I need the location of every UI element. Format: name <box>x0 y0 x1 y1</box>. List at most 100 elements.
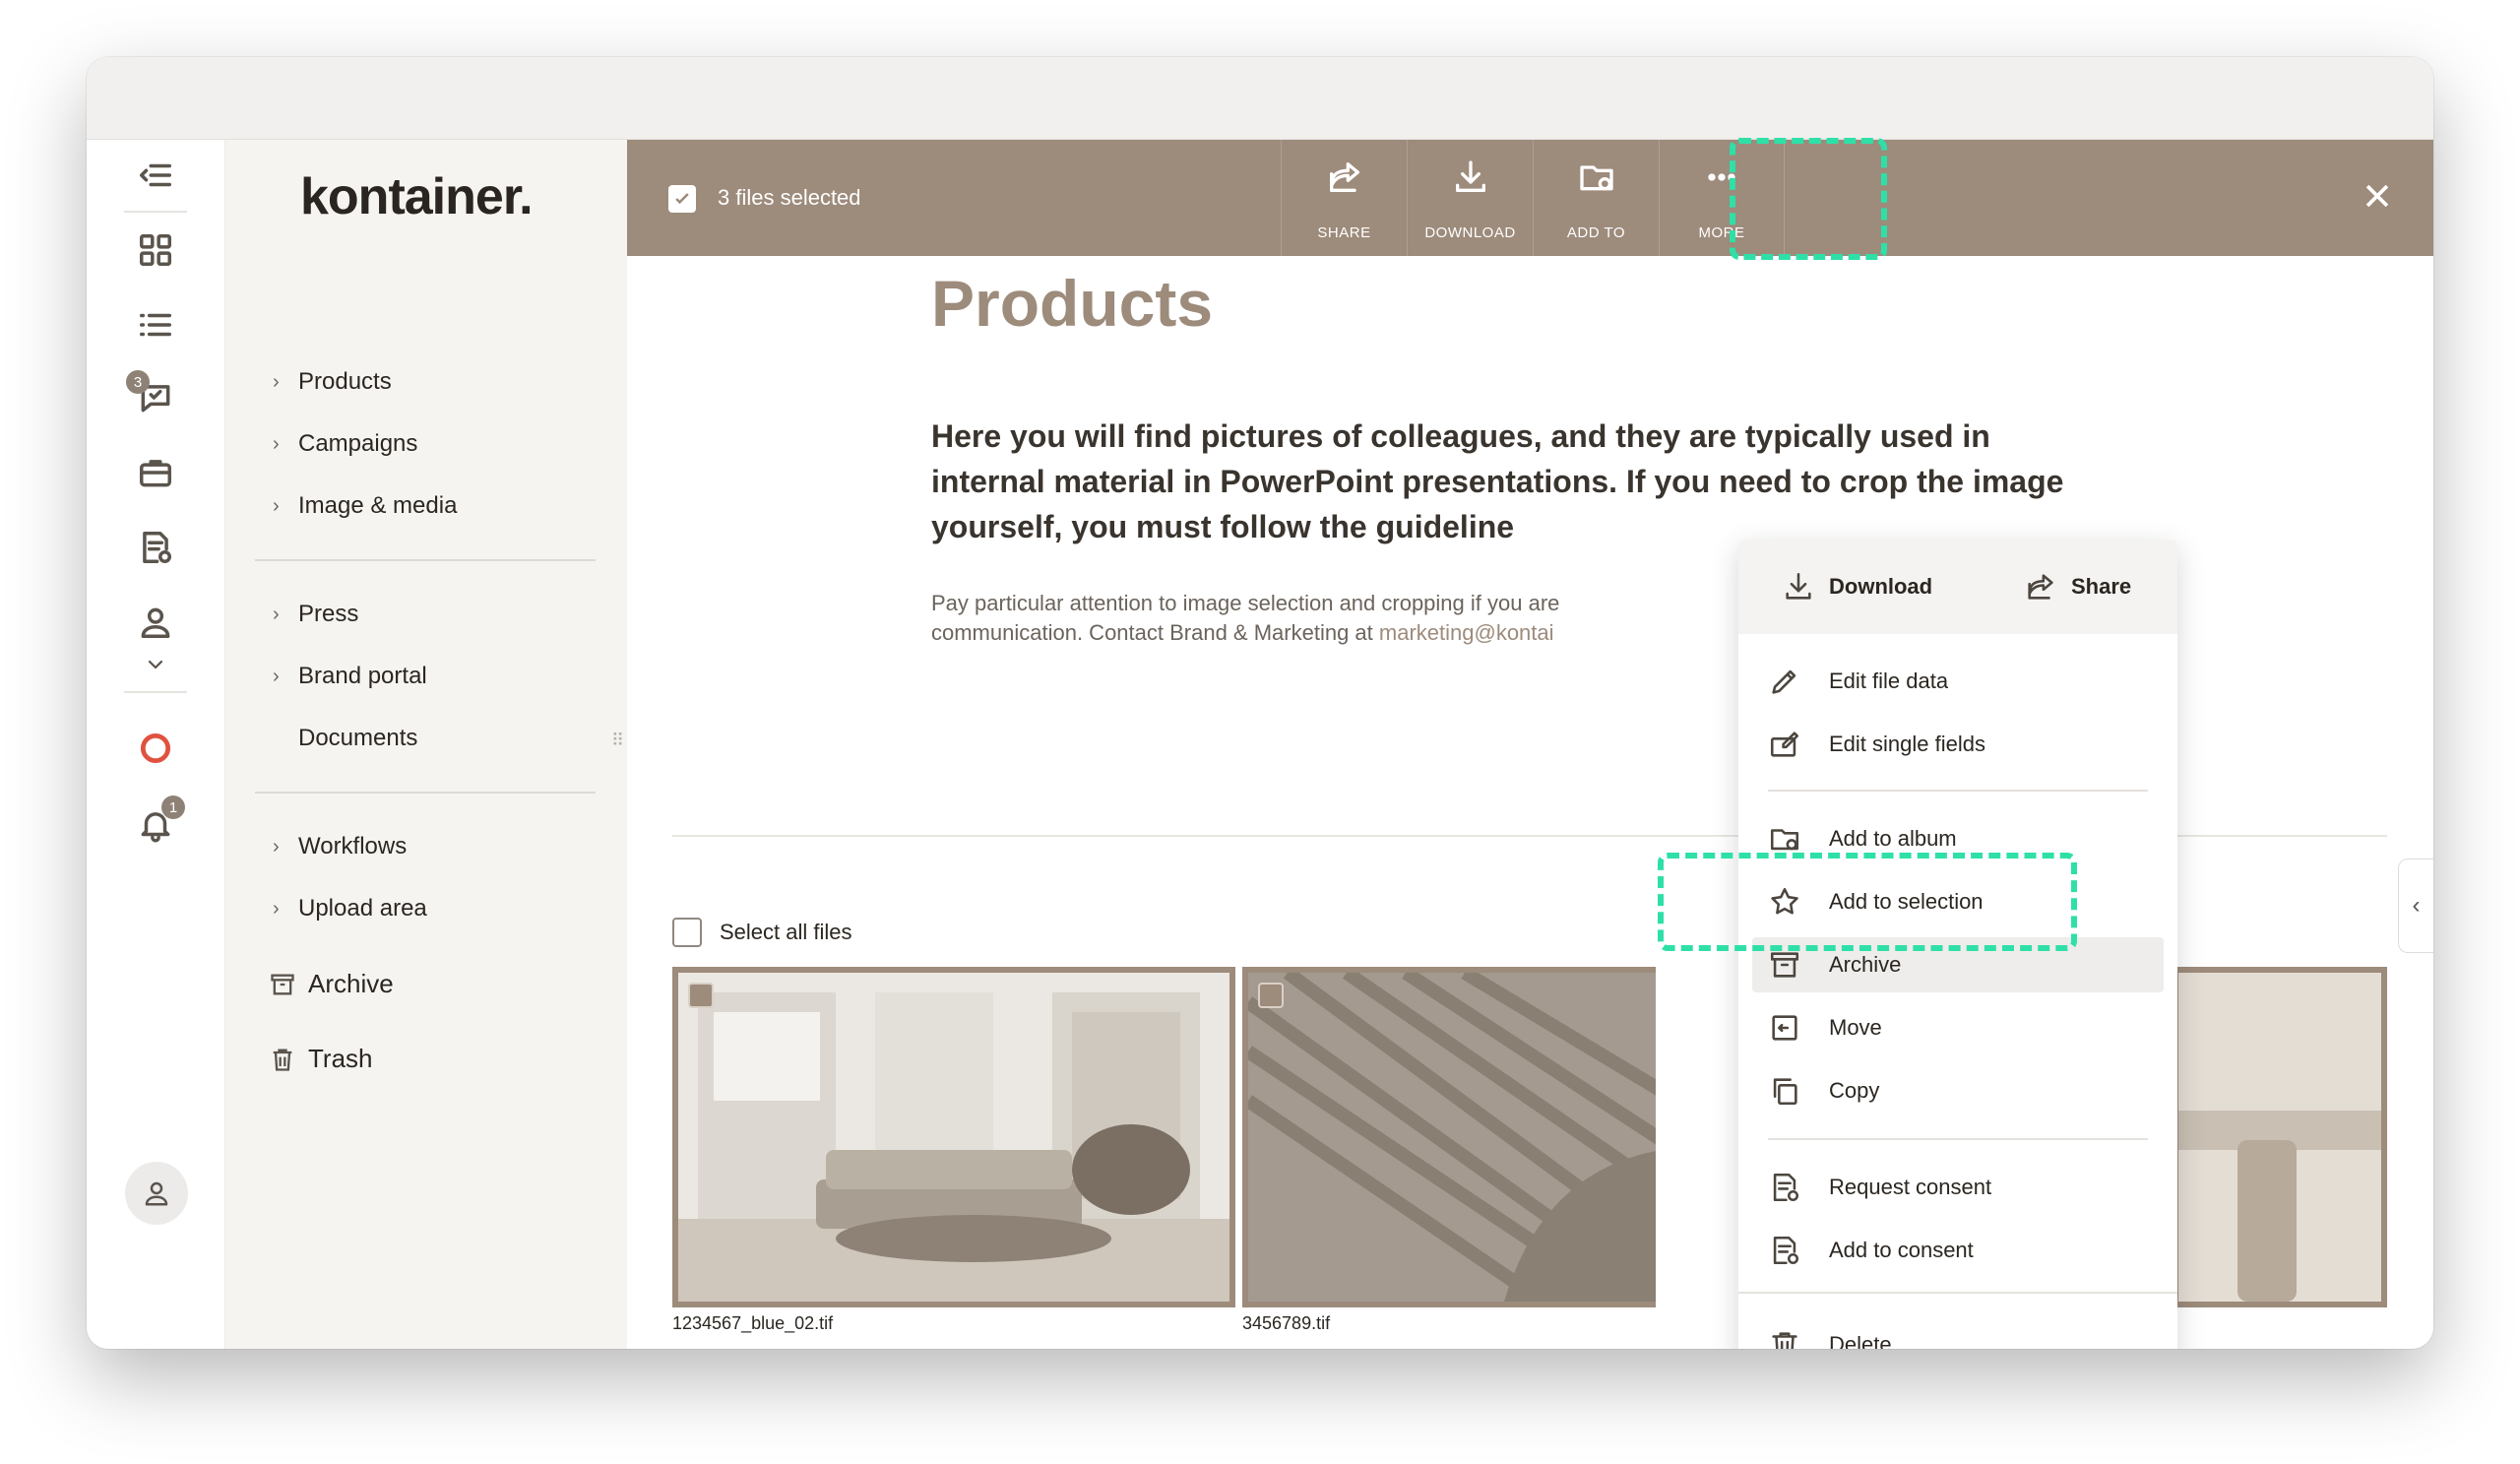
sidebar-item-archive[interactable]: Archive <box>269 969 394 999</box>
sidebar-item-campaigns[interactable]: › Campaigns <box>273 430 417 458</box>
sidebar-item-label: Archive <box>308 969 394 998</box>
icon-rail: 3 1 <box>87 140 225 1349</box>
menu-divider <box>1738 1292 2177 1294</box>
chevron-right-icon: › <box>273 665 280 687</box>
highlight-archive <box>1658 853 2077 951</box>
share-button[interactable]: SHARE <box>1281 140 1407 256</box>
file-thumbnail[interactable] <box>2173 967 2387 1307</box>
pen-icon <box>1772 669 1796 694</box>
menu-share[interactable]: Share <box>2024 559 2162 614</box>
highlight-more <box>1730 138 1887 260</box>
menu-request-consent[interactable]: Request consent <box>1768 1160 2152 1215</box>
move-icon <box>1772 1015 1797 1041</box>
side-panel-toggle[interactable]: ‹ <box>2398 859 2433 953</box>
selection-checkbox[interactable] <box>668 185 696 213</box>
chevron-right-icon: › <box>273 603 280 625</box>
rail-divider <box>124 211 187 213</box>
menu-copy[interactable]: Copy <box>1768 1063 2152 1118</box>
sidebar-item-trash[interactable]: Trash <box>269 1044 373 1074</box>
menu-delete[interactable]: Delete <box>1768 1317 2152 1349</box>
lifebuoy-icon[interactable] <box>120 713 191 784</box>
sidebar-divider <box>255 792 596 794</box>
file-checkbox-checked[interactable] <box>1258 983 1284 1008</box>
sidebar-item-label: Brand portal <box>298 663 427 689</box>
menu-divider <box>1768 1138 2148 1140</box>
file-name: 3456789.tif <box>1242 1313 1331 1333</box>
menu-add-to-consent[interactable]: Add to consent <box>1768 1223 2152 1278</box>
list-icon[interactable] <box>120 289 191 360</box>
window-titlebar <box>87 57 2433 140</box>
selection-toolbar: 3 files selected SHARE DOWNLOAD ADD TO M… <box>627 140 2433 256</box>
edit-fields-icon <box>1770 732 1799 757</box>
menu-download[interactable]: Download <box>1782 559 1979 614</box>
share-icon <box>2028 574 2053 600</box>
add-to-button[interactable]: ADD TO <box>1533 140 1659 256</box>
sidebar-item-image-media[interactable]: › Image & media <box>273 492 457 520</box>
select-all-label: Select all files <box>720 920 852 944</box>
chevron-right-icon: › <box>273 835 280 858</box>
close-icon <box>2365 184 2389 208</box>
document-check-icon[interactable] <box>120 512 191 583</box>
sidebar-item-label: Press <box>298 601 359 627</box>
sidebar-item-label: Trash <box>308 1044 373 1073</box>
check-icon <box>675 193 689 205</box>
sidebar-item-label: Image & media <box>298 492 458 519</box>
sidebar-item-products[interactable]: › Products <box>273 368 392 396</box>
page-title: Products <box>931 267 1214 340</box>
file-name: 1234567_blue_02.tif <box>672 1313 834 1333</box>
menu-edit-single-fields[interactable]: Edit single fields <box>1768 717 2152 772</box>
copy-icon <box>1773 1078 1797 1106</box>
sidebar-divider <box>255 559 596 561</box>
chevron-right-icon: › <box>273 370 280 393</box>
file-thumbnail[interactable] <box>672 967 1235 1307</box>
checkbox[interactable] <box>672 918 702 947</box>
bell-badge: 1 <box>161 796 185 819</box>
avatar[interactable] <box>125 1162 188 1225</box>
collapse-menu-icon[interactable] <box>120 140 191 211</box>
chat-icon[interactable]: 3 <box>120 362 191 433</box>
trash-icon <box>273 1049 292 1071</box>
sidebar-item-upload-area[interactable]: › Upload area <box>273 895 427 923</box>
email-link[interactable]: marketing@kontai <box>1379 620 1554 645</box>
share-icon <box>1329 162 1359 192</box>
chat-badge: 3 <box>126 370 150 394</box>
grid-icon[interactable] <box>120 215 191 286</box>
file-thumbnail[interactable] <box>1242 967 1656 1307</box>
download-icon <box>1786 572 1811 600</box>
close-selection-button[interactable] <box>2361 179 2394 213</box>
sidebar-item-workflows[interactable]: › Workflows <box>273 833 407 860</box>
kontainer-logo[interactable]: kontainer. <box>300 167 534 226</box>
app-window: 3 1 kontainer. › Products › Campaigns › I <box>87 57 2433 1349</box>
sidebar-item-label: Workflows <box>298 833 408 859</box>
page-lead-text: Here you will find pictures of colleague… <box>931 418 2064 544</box>
download-button[interactable]: DOWNLOAD <box>1407 140 1533 256</box>
bell-icon[interactable]: 1 <box>120 790 191 860</box>
consent-add-icon <box>1773 1236 1799 1265</box>
sidebar-item-label: Upload area <box>298 895 427 922</box>
consent-request-icon <box>1773 1173 1799 1202</box>
chevron-right-icon: › <box>273 897 280 920</box>
briefcase-icon[interactable] <box>120 437 191 508</box>
sidebar-item-label: Campaigns <box>298 430 418 457</box>
menu-edit-file-data[interactable]: Edit file data <box>1768 654 2152 709</box>
sidebar-item-brand-portal[interactable]: › Brand portal <box>273 663 427 690</box>
menu-divider <box>1768 790 2148 792</box>
chevron-right-icon: › <box>273 494 280 517</box>
file-checkbox-checked[interactable] <box>688 983 714 1008</box>
chevron-right-icon: › <box>273 432 280 455</box>
album-icon <box>1770 829 1799 851</box>
chevron-down-icon[interactable] <box>120 642 191 687</box>
select-all-checkbox[interactable]: Select all files <box>672 918 852 947</box>
folder-add-icon <box>1579 165 1613 191</box>
archive-icon <box>271 974 294 994</box>
sidebar: kontainer. › Products › Campaigns › Image &… <box>225 140 627 1349</box>
archive-icon <box>1770 952 1799 978</box>
sidebar-item-label: Documents <box>298 725 418 751</box>
resize-handle[interactable]: ⠿ <box>611 731 624 751</box>
menu-move[interactable]: Move <box>1768 1000 2152 1055</box>
sidebar-item-label: Products <box>298 368 392 395</box>
fabric-texture-image <box>1248 973 1656 1302</box>
sidebar-item-documents[interactable]: Documents <box>273 725 417 752</box>
sidebar-item-press[interactable]: › Press <box>273 601 358 628</box>
download-icon <box>1455 160 1485 192</box>
